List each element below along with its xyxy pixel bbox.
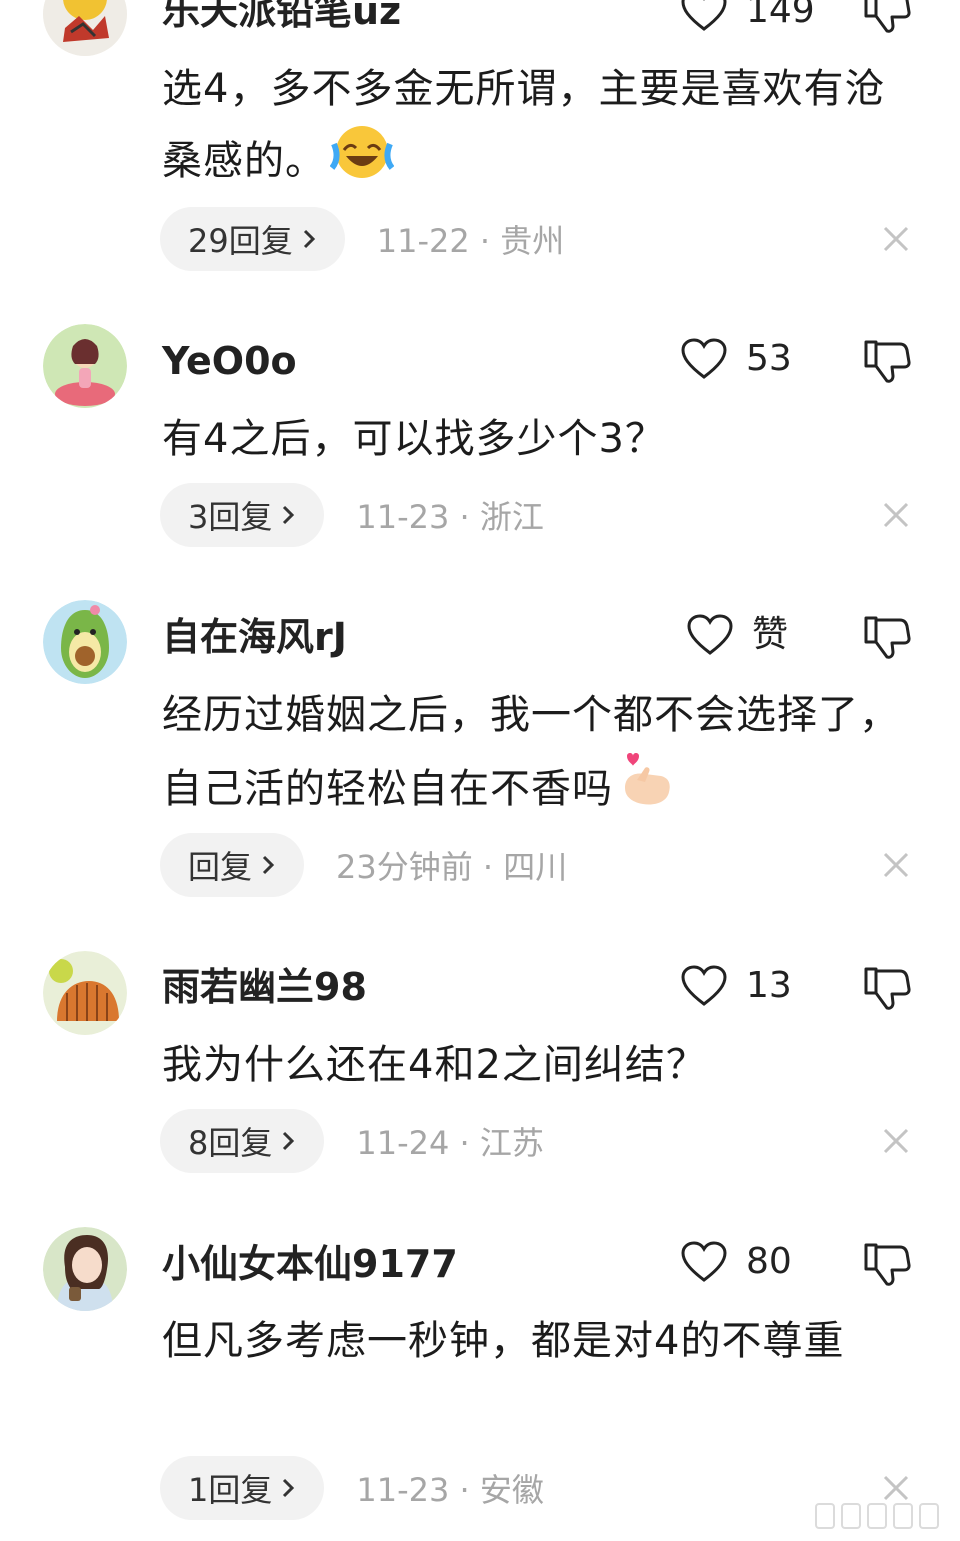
comment-text: 选4，多不多金无所谓，主要是喜欢有沧桑感的。: [162, 54, 922, 202]
username[interactable]: 自在海风rJ: [162, 618, 347, 656]
comment-text: 但凡多考虑一秒钟，都是对4的不尊重: [162, 1318, 845, 1364]
dislike-button[interactable]: [862, 336, 912, 386]
reply-button[interactable]: 29回复: [160, 207, 345, 271]
thumbs-down-icon: [864, 967, 911, 1010]
dislike-button[interactable]: [862, 612, 912, 662]
like-count: 赞: [752, 614, 789, 655]
username[interactable]: 雨若幽兰98: [162, 968, 367, 1006]
chevron-right-icon: [280, 1122, 296, 1160]
avatar[interactable]: [43, 951, 127, 1035]
comment-meta: 3回复 11-23 · 浙江: [160, 483, 544, 547]
comment-meta: 回复 23分钟前 · 四川: [160, 833, 567, 897]
thumbs-down-icon: [864, 1243, 911, 1286]
heart-icon: [681, 338, 727, 379]
heart-icon: [681, 0, 727, 31]
reply-button[interactable]: 3回复: [160, 483, 325, 547]
laughing-crying-emoji-icon: [329, 124, 395, 202]
chevron-right-icon: [280, 1469, 296, 1507]
heart-icon: [681, 1241, 727, 1282]
time-location: 11-22 · 贵州: [376, 222, 565, 260]
chevron-right-icon: [301, 220, 317, 258]
time-location: 11-24 · 江苏: [356, 1124, 544, 1162]
time-location: 11-23 · 浙江: [356, 498, 544, 536]
comment-meta: 8回复 11-24 · 江苏: [160, 1109, 544, 1173]
like-count: 80: [746, 1241, 792, 1282]
like-count: 149: [746, 0, 815, 31]
like-button[interactable]: 赞: [686, 610, 788, 660]
chevron-right-icon: [280, 496, 296, 534]
chevron-right-icon: [260, 846, 276, 884]
close-icon[interactable]: [880, 849, 912, 881]
comment-text: 经历过婚姻之后，我一个都不会选择了，自己活的轻松自在不香吗: [162, 680, 922, 832]
finger-heart-emoji-icon: [617, 750, 677, 832]
like-button[interactable]: 149: [680, 0, 815, 36]
close-icon[interactable]: [880, 499, 912, 531]
reply-button[interactable]: 8回复: [160, 1109, 325, 1173]
heart-icon: [687, 614, 733, 655]
comment-text: 我为什么还在4和2之间纠结？: [162, 1042, 707, 1088]
like-button[interactable]: 80: [680, 1237, 792, 1287]
comment-meta: 29回复 11-22 · 贵州: [160, 207, 564, 271]
dislike-button[interactable]: [862, 963, 912, 1013]
like-count: 13: [746, 965, 792, 1006]
username[interactable]: 乐天派铅笔uz: [162, 0, 401, 30]
thumbs-down-icon: [864, 340, 911, 383]
comment-meta: 1回复 11-23 · 安徽: [160, 1456, 544, 1520]
dislike-button[interactable]: [862, 1239, 912, 1289]
heart-icon: [681, 965, 727, 1006]
avatar[interactable]: [43, 324, 127, 408]
username[interactable]: 小仙女本仙9177: [162, 1245, 458, 1283]
thumbs-down-icon: [864, 616, 911, 659]
avatar[interactable]: [43, 600, 127, 684]
username[interactable]: YeO0o: [162, 342, 297, 380]
like-button[interactable]: 53: [680, 334, 792, 384]
like-button[interactable]: 13: [680, 961, 792, 1011]
avatar[interactable]: [43, 1227, 127, 1311]
reply-button[interactable]: 回复: [160, 833, 305, 897]
thumbs-down-icon: [864, 0, 911, 33]
close-icon[interactable]: [880, 1125, 912, 1157]
time-location: 11-23 · 安徽: [356, 1471, 544, 1509]
watermark-logo: [812, 1498, 952, 1534]
reply-button[interactable]: 1回复: [160, 1456, 325, 1520]
dislike-button[interactable]: [862, 0, 912, 36]
avatar[interactable]: [43, 0, 127, 56]
comment-text: 有4之后，可以找多少个3？: [162, 416, 666, 462]
time-location: 23分钟前 · 四川: [336, 848, 568, 886]
close-icon[interactable]: [880, 223, 912, 255]
like-count: 53: [746, 338, 792, 379]
